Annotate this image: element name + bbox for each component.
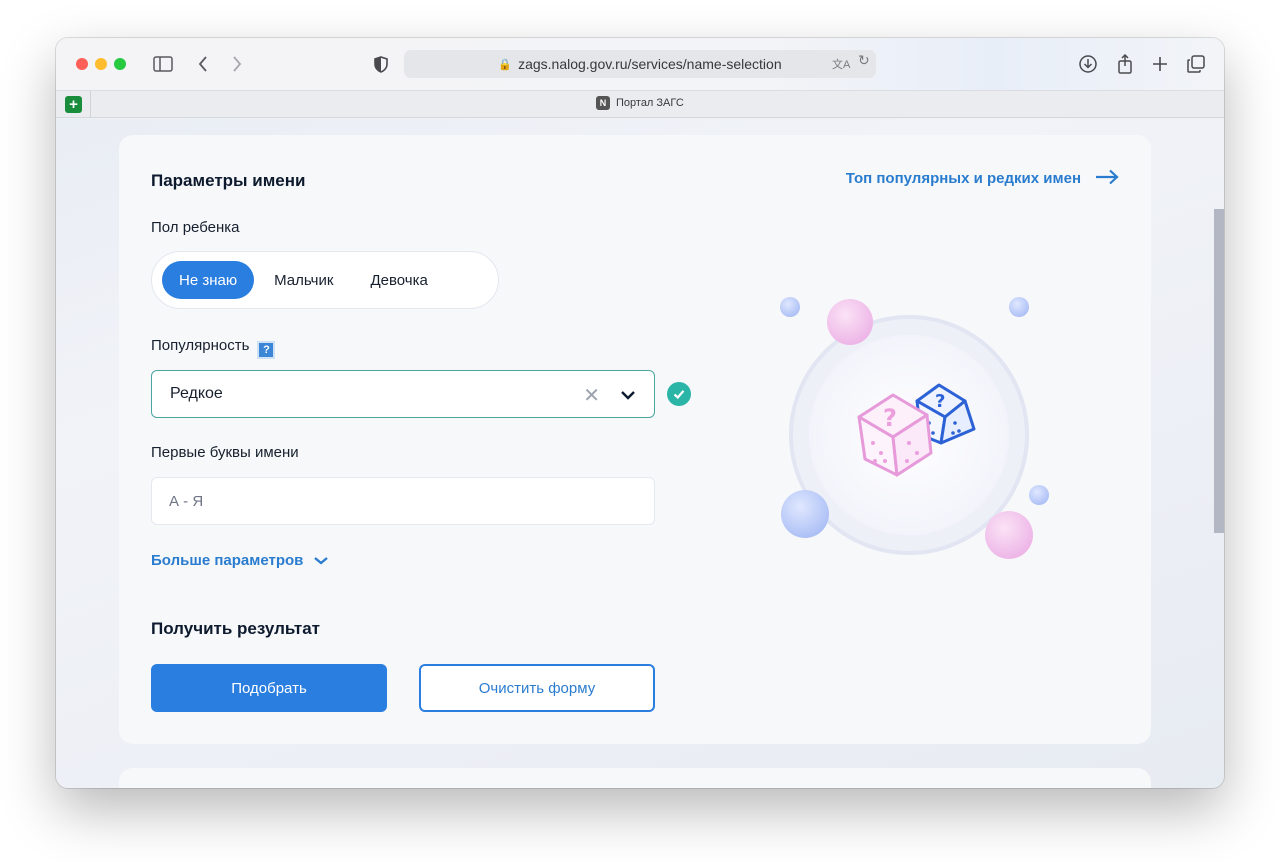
svg-text:?: ? (883, 404, 897, 432)
help-icon[interactable]: ? (257, 341, 276, 359)
popularity-label-row: Популярность? (151, 337, 276, 359)
page-scrollbar[interactable] (1214, 209, 1224, 533)
reload-icon[interactable]: ↻ (858, 52, 870, 69)
privacy-shield-icon[interactable] (369, 52, 393, 76)
next-card (119, 768, 1151, 788)
translate-icon[interactable]: 文A (832, 56, 850, 72)
svg-text:?: ? (935, 391, 945, 412)
browser-window: 🔒 zags.nalog.gov.ru/services/name-select… (56, 38, 1224, 788)
new-tab-icon[interactable] (1148, 52, 1172, 76)
title-bar: 🔒 zags.nalog.gov.ru/services/name-select… (56, 38, 1224, 90)
tab-title: Портал ЗАГС (616, 97, 684, 109)
address-bar[interactable]: 🔒 zags.nalog.gov.ru/services/name-select… (404, 50, 876, 78)
popularity-select[interactable]: Редкое ✕ (151, 370, 655, 418)
site-favicon: N (596, 96, 610, 110)
tab-overview-icon[interactable] (1184, 52, 1208, 76)
tab-separator (90, 91, 91, 118)
top-names-link[interactable]: Топ популярных и редких имен (846, 169, 1119, 187)
pinned-tab-sheets-icon[interactable]: + (65, 96, 82, 113)
clear-form-button[interactable]: Очистить форму (419, 664, 655, 712)
forward-icon[interactable] (225, 52, 249, 76)
gender-option-unknown[interactable]: Не знаю (162, 261, 255, 299)
popularity-label: Популярность (151, 337, 250, 354)
gender-option-boy[interactable]: Мальчик (257, 261, 350, 299)
lock-icon: 🔒 (498, 58, 513, 71)
arrow-right-icon (1095, 169, 1119, 187)
minimize-window-button[interactable] (95, 58, 107, 70)
downloads-icon[interactable] (1076, 52, 1100, 76)
dice-illustration: ? ? (780, 297, 1049, 559)
pick-names-button[interactable]: Подобрать (151, 664, 387, 712)
back-icon[interactable] (191, 52, 215, 76)
popularity-value: Редкое (170, 385, 223, 402)
section-title: Параметры имени (151, 171, 306, 190)
gender-switch: Не знаю Мальчик Девочка (151, 251, 499, 309)
chevron-down-icon[interactable] (618, 385, 638, 405)
active-tab[interactable]: N Портал ЗАГС (596, 96, 684, 110)
tab-bar: + N Портал ЗАГС (56, 90, 1224, 118)
letters-label: Первые буквы имени (151, 444, 299, 461)
gender-label: Пол ребенка (151, 219, 240, 236)
gender-option-girl[interactable]: Девочка (353, 261, 444, 299)
result-title: Получить результат (151, 619, 320, 638)
sidebar-toggle-icon[interactable] (151, 52, 175, 76)
share-icon[interactable] (1113, 52, 1137, 76)
more-params-toggle[interactable]: Больше параметров (151, 552, 329, 569)
name-params-card: Параметры имени Топ популярных и редких … (119, 135, 1151, 744)
more-params-label: Больше параметров (151, 552, 304, 569)
chevron-down-icon (314, 556, 329, 565)
clear-selection-icon[interactable]: ✕ (583, 383, 600, 408)
first-letters-input[interactable] (151, 477, 655, 525)
page-content: Параметры имени Топ популярных и редких … (56, 119, 1224, 788)
valid-check-icon (667, 382, 691, 406)
zoom-window-button[interactable] (114, 58, 126, 70)
close-window-button[interactable] (76, 58, 88, 70)
top-names-link-label: Топ популярных и редких имен (845, 169, 1081, 187)
url-text: zags.nalog.gov.ru/services/name-selectio… (518, 56, 782, 72)
